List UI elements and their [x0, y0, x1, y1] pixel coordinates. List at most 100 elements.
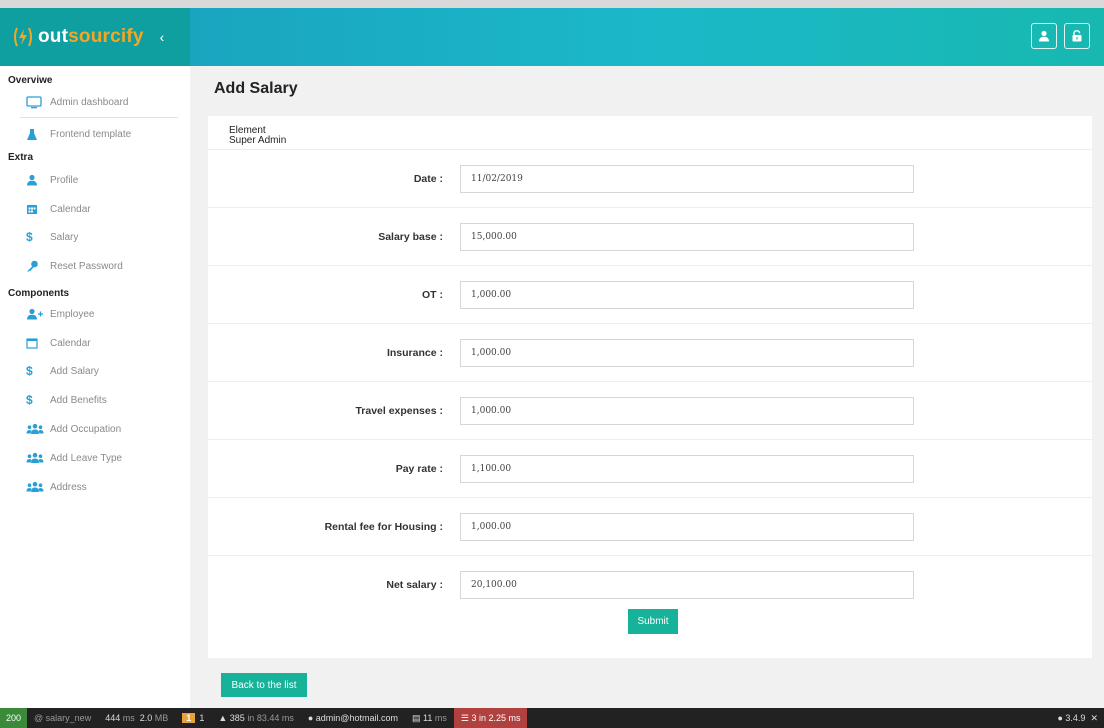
user-email: admin@hotmail.com — [315, 713, 398, 723]
sidebar-item-frontend-template[interactable]: Frontend template — [26, 123, 176, 145]
users-icon — [26, 451, 46, 465]
brand-name[interactable]: outsourcify — [38, 26, 144, 48]
form-row-date: Date : — [208, 150, 1092, 208]
user-icon — [1039, 30, 1049, 42]
user-icon — [26, 173, 46, 187]
user-plus-icon — [26, 307, 46, 321]
sidebar-item-add-occupation[interactable]: Add Occupation — [26, 418, 176, 440]
date-field[interactable] — [460, 165, 914, 193]
sidebar-item-calendar-component[interactable]: Calendar — [26, 332, 176, 354]
dollar-icon: $ — [26, 393, 33, 407]
sidebar-item-label: Profile — [50, 174, 79, 186]
net-salary-label: Net salary : — [386, 579, 443, 591]
sidebar-item-admin-dashboard[interactable]: Admin dashboard — [26, 91, 176, 113]
sidebar-item-label: Address — [50, 481, 87, 493]
net-salary-field[interactable] — [460, 571, 914, 599]
logo-icon — [14, 27, 32, 47]
users-icon — [26, 422, 46, 436]
cache-info[interactable]: ▲ 385 in 83.44 ms — [211, 708, 301, 728]
sidebar-item-salary[interactable]: $ Salary — [26, 226, 176, 248]
version-text: 3.4.9 — [1065, 713, 1086, 723]
brand-name-suffix: sourcify — [68, 26, 144, 47]
ot-label: OT : — [422, 289, 443, 301]
debug-toolbar: 200 @ salary_new 444 ms 2.0 MB 1 1 ▲ 385… — [0, 708, 1104, 728]
database-icon: ☰ — [460, 712, 469, 723]
ot-field[interactable] — [460, 281, 914, 309]
date-label: Date : — [413, 173, 443, 185]
brand-area: outsourcify ‹ — [0, 8, 190, 66]
form-row-travel-expenses: Travel expenses : — [208, 382, 1092, 440]
time-unit: ms — [122, 713, 135, 723]
form-row-rental-fee: Rental fee for Housing : — [208, 498, 1092, 556]
insurance-label: Insurance : — [386, 347, 443, 359]
salary-form-card: Element Super Admin Date : Salary base :… — [208, 116, 1092, 658]
sidebar-item-reset-password[interactable]: Reset Password — [26, 255, 176, 277]
sidebar-item-employee[interactable]: Employee — [26, 303, 176, 325]
sidebar-item-label: Add Salary — [50, 365, 99, 377]
notice-info[interactable]: 1 1 — [175, 708, 211, 728]
sidebar-divider — [20, 117, 178, 118]
travel-expenses-field[interactable] — [460, 397, 914, 425]
sidebar-item-calendar[interactable]: Calendar — [26, 198, 176, 220]
back-to-list-button[interactable]: Back to the list — [221, 673, 307, 697]
memory-unit: MB — [154, 713, 169, 723]
form-row-net-salary: Net salary : — [208, 556, 1092, 614]
user-info[interactable]: ● admin@hotmail.com — [301, 708, 405, 728]
form-row-insurance: Insurance : — [208, 324, 1092, 382]
calendar-icon — [26, 202, 46, 216]
window-top-edge — [0, 0, 1104, 8]
sidebar-item-address[interactable]: Address — [26, 476, 176, 498]
main-content: Add Salary Element Super Admin Date : Sa… — [190, 66, 1104, 708]
form-row-salary-base: Salary base : — [208, 208, 1092, 266]
graduation-cap-icon: ▲ — [218, 713, 228, 723]
close-icon[interactable]: ✕ — [1090, 713, 1098, 724]
monitor-icon — [26, 95, 46, 109]
card-header: Element Super Admin — [208, 116, 1092, 150]
sidebar-item-add-benefits[interactable]: $ Add Benefits — [26, 389, 176, 411]
time-info[interactable]: 444 ms 2.0 MB — [98, 708, 175, 728]
sidebar-item-label: Reset Password — [50, 260, 123, 272]
users-icon — [26, 480, 46, 494]
card-header-element: Element — [229, 125, 266, 136]
route-info[interactable]: @ salary_new — [27, 708, 98, 728]
chevron-left-icon[interactable]: ‹ — [160, 29, 165, 45]
sidebar-item-add-salary[interactable]: $ Add Salary — [26, 360, 176, 382]
logout-button[interactable] — [1064, 23, 1090, 49]
sidebar-item-label: Calendar — [50, 337, 91, 349]
notice-badge: 1 — [182, 713, 196, 723]
sidebar-item-add-leave-type[interactable]: Add Leave Type — [26, 447, 176, 469]
top-header: outsourcify ‹ — [0, 8, 1104, 66]
sidebar-item-label: Frontend template — [50, 128, 132, 140]
status-code-badge[interactable]: 200 — [0, 708, 28, 728]
section-title-components: Components — [8, 288, 70, 299]
sidebar-item-profile[interactable]: Profile — [26, 169, 176, 191]
form-row-ot: OT : — [208, 266, 1092, 324]
user-icon: ● — [307, 713, 314, 723]
section-title-extra: Extra — [8, 152, 34, 163]
database-info[interactable]: ☰ 3 in 2.25 ms — [453, 708, 528, 728]
header-bar — [190, 8, 1104, 66]
insurance-field[interactable] — [460, 339, 914, 367]
symfony-version[interactable]: ● 3.4.9 ✕ — [1057, 708, 1104, 728]
section-title-overview: Overviwe — [8, 75, 53, 86]
salary-base-label: Salary base : — [378, 231, 443, 243]
sidebar-item-label: Add Occupation — [50, 423, 122, 435]
twig-info[interactable]: ▤ 11 ms — [405, 708, 454, 728]
sidebar-item-label: Salary — [50, 231, 79, 243]
sidebar-item-label: Admin dashboard — [50, 96, 129, 108]
pay-rate-label: Pay rate : — [395, 463, 443, 475]
rental-fee-field[interactable] — [460, 513, 914, 541]
sidebar-item-label: Add Benefits — [50, 394, 107, 406]
submit-button[interactable]: Submit — [628, 609, 678, 634]
user-menu-button[interactable] — [1031, 23, 1057, 49]
form-row-pay-rate: Pay rate : — [208, 440, 1092, 498]
salary-base-field[interactable] — [460, 223, 914, 251]
pay-rate-field[interactable] — [460, 455, 914, 483]
template-icon: ▤ — [411, 712, 421, 723]
key-icon — [26, 259, 46, 273]
notice-count: 1 — [199, 713, 205, 723]
db-queries: 3 in 2.25 ms — [471, 713, 521, 723]
route-name: @ salary_new — [34, 713, 92, 723]
brand-name-prefix: out — [38, 26, 69, 47]
sidebar: Overviwe Admin dashboard Frontend templa… — [0, 66, 190, 708]
